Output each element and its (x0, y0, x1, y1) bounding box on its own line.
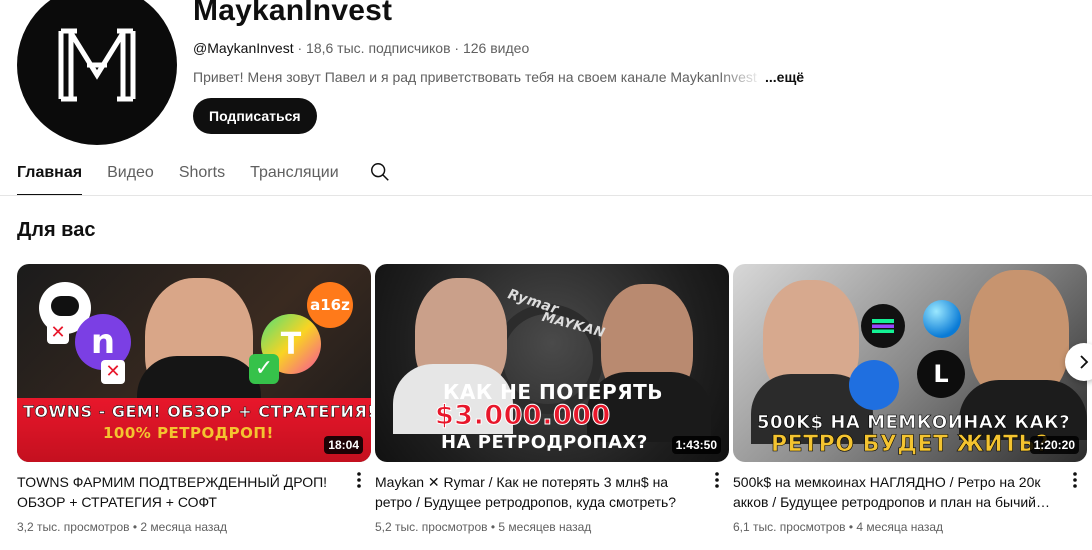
l-logo-icon: L (917, 350, 965, 398)
video-thumbnail[interactable]: Rymar Maykan КАК НЕ ПОТЕРЯТЬ $3.000.000 … (375, 264, 729, 462)
video-card: n ✕ ✕ T a16z ✓ TOWNS - GEM! ОБЗОР + СТРА… (17, 264, 371, 534)
upload-age: 2 месяца назад (140, 520, 228, 534)
eth-logo-icon (849, 360, 899, 410)
video-stats: 5,2 тыс. просмотров • 5 месяцев назад (375, 520, 592, 534)
channel-meta: @MaykanInvest · 18,6 тыс. подписчиков · … (193, 40, 530, 56)
cross-icon: ✕ (101, 360, 125, 384)
subscribe-button[interactable]: Подписаться (193, 98, 317, 134)
video-count: 126 видео (462, 40, 530, 56)
channel-handle[interactable]: @MaykanInvest (193, 40, 294, 56)
channel-avatar[interactable] (17, 0, 177, 145)
thumbnail-subheadline: НА РЕТРОДРОПАХ? (441, 432, 648, 453)
video-card: L 500K$ НА МЕМКОИНАХ КАК? РЕТРО БУДЕТ ЖИ… (733, 264, 1087, 534)
maykan-logo-icon (58, 28, 136, 102)
tab-videos[interactable]: Видео (107, 150, 154, 196)
more-actions-icon[interactable] (1067, 470, 1083, 490)
video-card: Rymar Maykan КАК НЕ ПОТЕРЯТЬ $3.000.000 … (375, 264, 729, 534)
video-title[interactable]: 500k$ на мемкоинах НАГЛЯДНО / Ретро на 2… (733, 472, 1057, 512)
more-actions-icon[interactable] (709, 470, 725, 490)
video-duration: 18:04 (324, 436, 363, 454)
chevron-right-icon (1080, 355, 1089, 369)
thumbnail-subheadline: 100% РЕТРОДРОП! (103, 424, 274, 442)
video-title[interactable]: Maykan ✕ Rymar / Как не потерять 3 млн$ … (375, 472, 699, 512)
video-stats: 6,1 тыс. просмотров • 4 месяца назад (733, 520, 944, 534)
video-thumbnail[interactable]: n ✕ ✕ T a16z ✓ TOWNS - GEM! ОБЗОР + СТРА… (17, 264, 371, 462)
video-duration: 1:20:20 (1029, 436, 1079, 454)
more-link[interactable]: ...ещё (765, 69, 804, 85)
channel-tabs: Главная Видео Shorts Трансляции (17, 150, 364, 196)
channel-name: MaykanInvest (193, 0, 393, 27)
tab-live[interactable]: Трансляции (250, 150, 339, 196)
a16z-badge: a16z (307, 282, 353, 328)
tabs-divider (0, 195, 1092, 196)
thumbnail-headline: 500K$ НА МЕМКОИНАХ КАК? (757, 412, 1071, 434)
check-icon: ✓ (249, 354, 279, 384)
search-icon[interactable] (369, 161, 391, 183)
channel-description-text: Привет! Меня зовут Павел и я рад приветс… (193, 69, 757, 85)
solana-logo-icon (861, 304, 905, 348)
subscriber-count: 18,6 тыс. подписчиков (306, 40, 451, 56)
video-title[interactable]: TOWNS ФАРМИМ ПОДТВЕРЖДЕННЫЙ ДРОП! ОБЗОР … (17, 472, 341, 512)
video-thumbnail[interactable]: L 500K$ НА МЕМКОИНАХ КАК? РЕТРО БУДЕТ ЖИ… (733, 264, 1087, 462)
video-stats: 3,2 тыс. просмотров • 2 месяца назад (17, 520, 228, 534)
video-duration: 1:43:50 (671, 436, 721, 454)
upload-age: 4 месяца назад (856, 520, 944, 534)
view-count: 5,2 тыс. просмотров (375, 520, 488, 534)
orb-logo-icon (923, 300, 961, 338)
cross-icon: ✕ (47, 322, 69, 344)
thumbnail-amount: $3.000.000 (435, 400, 611, 432)
tab-home[interactable]: Главная (17, 150, 83, 196)
thumbnail-subheadline: РЕТРО БУДЕТ ЖИТЬ? (771, 432, 1050, 458)
view-count: 3,2 тыс. просмотров (17, 520, 130, 534)
upload-age: 5 месяцев назад (498, 520, 592, 534)
tab-shorts[interactable]: Shorts (179, 150, 225, 196)
view-count: 6,1 тыс. просмотров (733, 520, 846, 534)
section-title: Для вас (17, 219, 96, 241)
more-actions-icon[interactable] (351, 470, 367, 490)
channel-description[interactable]: Привет! Меня зовут Павел и я рад приветс… (193, 69, 804, 85)
thumbnail-headline: TOWNS - GEM! ОБЗОР + СТРАТЕГИЯ! (23, 402, 371, 422)
